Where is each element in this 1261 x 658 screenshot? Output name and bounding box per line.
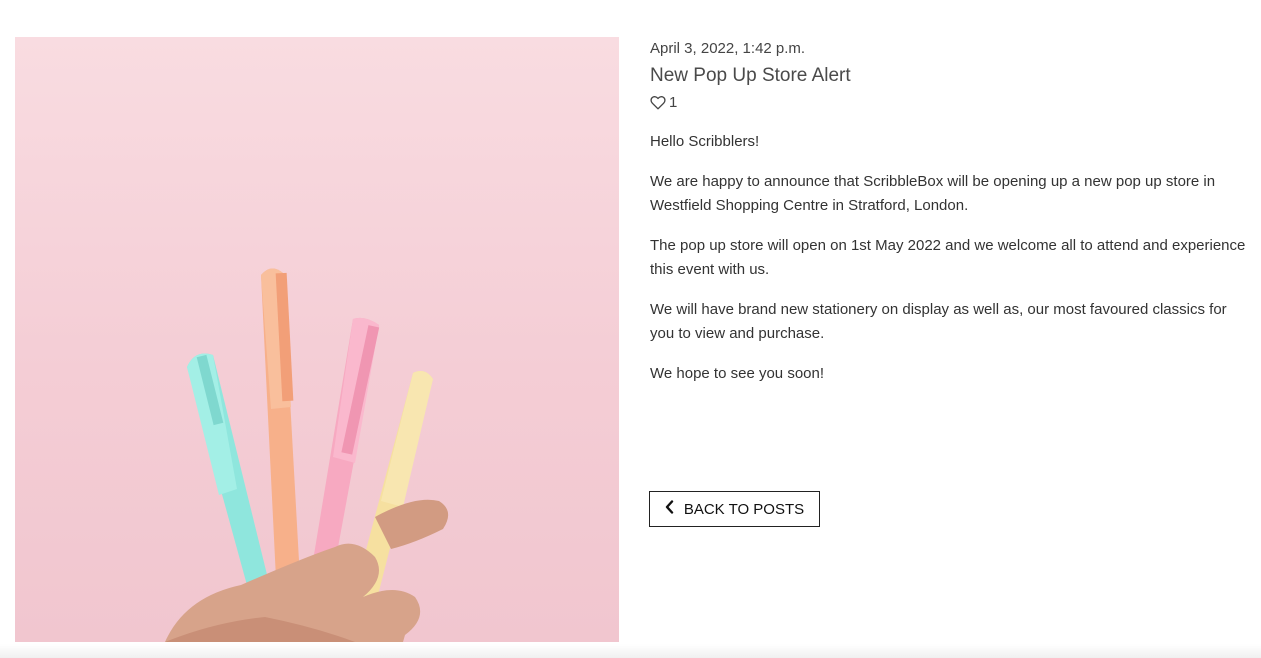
post-body: Hello Scribblers! We are happy to announ… bbox=[650, 130, 1250, 386]
post-title: New Pop Up Store Alert bbox=[650, 65, 851, 86]
peach-pen bbox=[261, 268, 301, 599]
turquoise-pen bbox=[187, 353, 273, 607]
back-to-posts-button[interactable]: BACK TO POSTS bbox=[649, 491, 820, 527]
chevron-left-icon bbox=[665, 500, 684, 518]
blog-post-page: April 3, 2022, 1:42 p.m. New Pop Up Stor… bbox=[0, 0, 1261, 658]
heart-outline-icon[interactable] bbox=[650, 95, 666, 110]
post-content: April 3, 2022, 1:42 p.m. New Pop Up Stor… bbox=[650, 38, 1250, 402]
post-paragraph: We hope to see you soon! bbox=[650, 365, 825, 382]
bottom-edge-shadow bbox=[0, 644, 1261, 658]
hand bbox=[165, 499, 449, 642]
like-count: 1 bbox=[669, 93, 678, 111]
post-paragraph: We will have brand new stationery on dis… bbox=[650, 301, 1227, 342]
post-date: April 3, 2022, 1:42 p.m. bbox=[650, 40, 806, 57]
like-button[interactable]: 1 bbox=[650, 91, 1250, 113]
post-paragraph: We are happy to announce that ScribbleBo… bbox=[650, 173, 1216, 214]
post-paragraph: The pop up store will open on 1st May 20… bbox=[650, 237, 1246, 278]
post-image bbox=[15, 37, 619, 642]
post-paragraph: Hello Scribblers! bbox=[650, 133, 760, 150]
back-to-posts-label: BACK TO POSTS bbox=[683, 500, 805, 518]
